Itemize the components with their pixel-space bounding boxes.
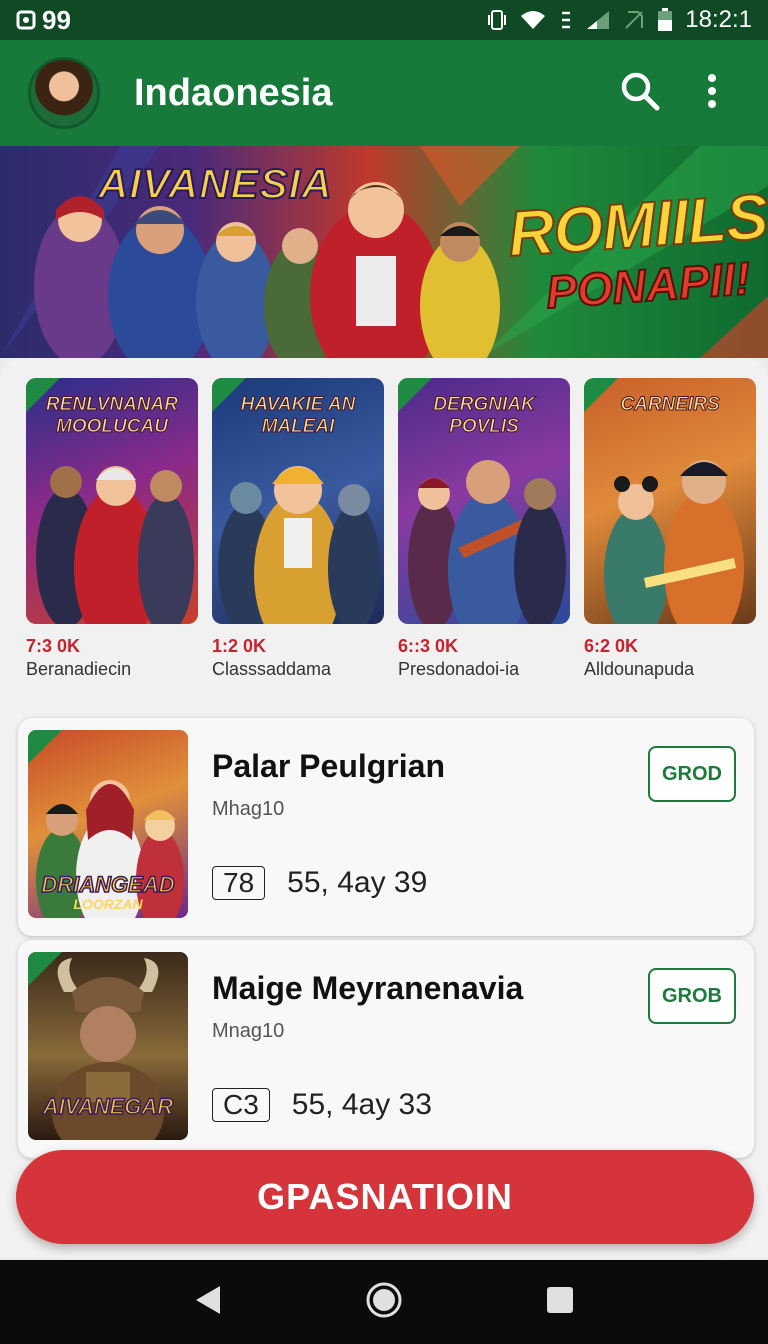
- carousel-card[interactable]: CARNEIRS 6:2 0K Alldounapuda: [584, 378, 756, 688]
- carousel-name: Presdonadoi-ia: [398, 659, 520, 679]
- list-item-thumbnail: DRIANGEAD LOORZAN: [28, 730, 188, 918]
- vibrate-icon: [487, 8, 507, 32]
- wifi-icon: [519, 9, 547, 31]
- list-item-badge: 78: [212, 866, 266, 900]
- more-vert-icon: [707, 73, 717, 114]
- carousel-card[interactable]: HAVAKIE AN MALEAI 1:2 0K Classsaddama: [212, 378, 384, 688]
- list-item-title: Maige Meyranenavia: [212, 970, 524, 1006]
- back-button[interactable]: [178, 1272, 238, 1332]
- thumbnail-subtitle: LOORZAN: [73, 896, 143, 912]
- notification-icon: [16, 9, 36, 31]
- carousel-poster: HAVAKIE AN MALEAI: [212, 378, 384, 624]
- carousel-stat: 7:3 0K: [26, 636, 81, 656]
- app-bar: Indaonesia: [0, 40, 768, 146]
- list-item-action-button[interactable]: GROD: [648, 746, 736, 802]
- carousel-poster: RENLVNANAR MOOLUCAU: [26, 378, 198, 624]
- signal-icon: [585, 9, 611, 31]
- primary-cta-button[interactable]: GPASNATIOIN: [16, 1150, 754, 1244]
- banner-logo: AIVANESIA: [97, 159, 333, 208]
- carousel-name: Alldounapuda: [584, 659, 695, 679]
- carousel-name: Beranadiecin: [26, 659, 132, 679]
- carousel-stat: 6::3 0K: [398, 636, 459, 656]
- page-title: Indaonesia: [134, 71, 333, 114]
- content-panel: RENLVNANAR MOOLUCAU 7:3 0K Beranadiecin: [0, 358, 768, 1258]
- list-item-thumbnail: AIVANEGAR: [28, 952, 188, 1140]
- list-item[interactable]: DRIANGEAD LOORZAN Palar Peulgrian Mhag10…: [18, 718, 754, 936]
- status-right: 18:2:1: [487, 6, 752, 34]
- home-icon: [365, 1281, 403, 1324]
- thumbnail-title: DRIANGEAD: [41, 871, 176, 898]
- battery-icon: [657, 8, 673, 32]
- promo-banner[interactable]: AIVANESIA ROMIILS PONAPII!: [0, 146, 768, 358]
- poster-title: HAVAKIE AN MALEAI: [240, 394, 356, 438]
- list-item-meta-text: 55, 4ay 33: [291, 1088, 432, 1121]
- thumbnail-title: AIVANEGAR: [42, 1093, 174, 1120]
- list-item-title: Palar Peulgrian: [212, 748, 445, 784]
- poster-title: CARNEIRS: [620, 394, 720, 416]
- carousel-stat: 6:2 0K: [584, 636, 639, 656]
- poster-title: DERGNIAK POVLIS: [433, 394, 535, 438]
- list-item[interactable]: AIVANEGAR Maige Meyranenavia Mnag10 C3 5…: [18, 940, 754, 1158]
- list-item-action-button[interactable]: GROB: [648, 968, 736, 1024]
- list-item-meta: 78 55, 4ay 39: [212, 866, 427, 900]
- system-nav-bar: [0, 1260, 768, 1344]
- list-item-meta: C3 55, 4ay 33: [212, 1088, 432, 1122]
- status-left: 99: [16, 5, 71, 36]
- list-item-badge: C3: [212, 1088, 270, 1122]
- search-icon: [619, 70, 661, 117]
- thumbnail-corner-badge: [28, 730, 62, 764]
- poster-title: RENLVNANAR MOOLUCAU: [46, 394, 179, 438]
- status-left-text: 99: [42, 4, 71, 35]
- recents-button[interactable]: [530, 1272, 590, 1332]
- recents-icon: [545, 1285, 575, 1320]
- more-options-button[interactable]: [684, 65, 740, 121]
- carousel-card[interactable]: DERGNIAK POVLIS 6::3 0K Presdonadoi-ia: [398, 378, 570, 688]
- carousel-poster: DERGNIAK POVLIS: [398, 378, 570, 624]
- no-sim-icon: [623, 9, 645, 31]
- carousel-stat: 1:2 0K: [212, 636, 267, 656]
- list-item-meta-text: 55, 4ay 39: [287, 866, 428, 899]
- back-icon: [194, 1284, 222, 1321]
- list-item-subtitle: Mhag10: [212, 798, 285, 820]
- avatar[interactable]: [28, 57, 100, 129]
- home-button[interactable]: [354, 1272, 414, 1332]
- status-time: 18:2:1: [685, 6, 752, 33]
- game-carousel[interactable]: RENLVNANAR MOOLUCAU 7:3 0K Beranadiecin: [26, 378, 756, 688]
- carousel-name: Classsaddama: [212, 659, 332, 679]
- carousel-poster: CARNEIRS: [584, 378, 756, 624]
- list-item-subtitle: Mnag10: [212, 1020, 285, 1042]
- search-button[interactable]: [612, 65, 668, 121]
- data-icon: [559, 9, 573, 31]
- thumbnail-corner-badge: [28, 952, 62, 986]
- carousel-card[interactable]: RENLVNANAR MOOLUCAU 7:3 0K Beranadiecin: [26, 378, 198, 688]
- status-bar: 99 18:2:1: [0, 0, 768, 40]
